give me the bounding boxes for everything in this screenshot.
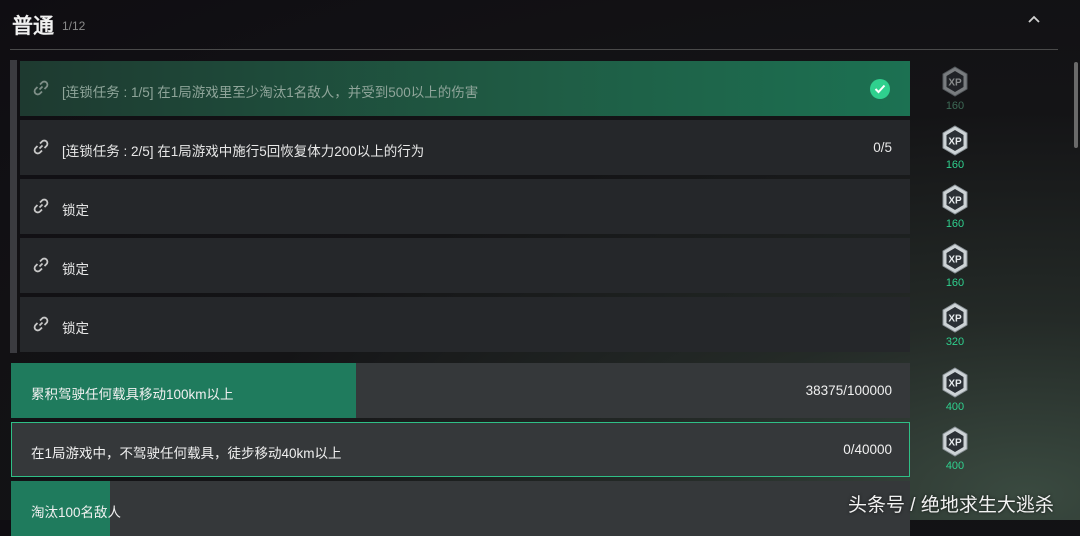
xp-amount: 160 — [945, 159, 965, 171]
chain-task-label: 锁定 — [62, 262, 89, 277]
svg-text:XP: XP — [948, 196, 962, 207]
header-divider — [10, 49, 1058, 50]
svg-text:XP: XP — [948, 255, 962, 266]
mission-progress: 38375/100000 — [805, 383, 892, 398]
xp-amount: 320 — [945, 336, 965, 348]
chevron-up-icon[interactable] — [1022, 8, 1046, 32]
watermark: 头条号 / 绝地求生大逃杀 — [848, 495, 1054, 516]
mission-progress: 0/40000 — [843, 442, 892, 457]
xp-badge-icon: XP — [942, 243, 968, 274]
mission-row[interactable]: 累积驾驶任何载具移动100km以上 38375/100000 — [11, 363, 910, 418]
link-icon — [32, 79, 50, 97]
link-icon — [32, 138, 50, 156]
chain-task-row[interactable]: 锁定 — [20, 238, 910, 293]
xp-reward: XP 160 — [940, 125, 970, 181]
mission-label: 在1局游戏中，不驾驶任何载具，徒步移动40km以上 — [31, 446, 342, 461]
xp-reward: XP 160 — [940, 66, 970, 122]
scrollbar[interactable] — [1074, 62, 1078, 148]
xp-amount: 400 — [945, 460, 965, 472]
chain-group-bar — [10, 60, 17, 353]
chain-task-label: 锁定 — [62, 321, 89, 336]
link-icon — [32, 256, 50, 274]
chain-task-row[interactable]: 锁定 — [20, 297, 910, 352]
mission-row[interactable]: 淘汰100名敌人 — [11, 481, 910, 536]
xp-badge-icon: XP — [942, 426, 968, 457]
chain-task-progress: 0/5 — [873, 140, 892, 155]
svg-text:XP: XP — [948, 314, 962, 325]
xp-reward: XP 160 — [940, 243, 970, 299]
mission-label: 累积驾驶任何载具移动100km以上 — [31, 387, 234, 402]
xp-amount: 400 — [945, 401, 965, 413]
chain-task-label: [连锁任务 : 2/5] 在1局游戏中施行5回恢复体力200以上的行为 — [62, 144, 425, 159]
xp-reward: XP 400 — [940, 426, 970, 482]
xp-reward: XP 160 — [940, 184, 970, 240]
xp-badge-icon: XP — [942, 367, 968, 398]
mission-label: 淘汰100名敌人 — [31, 505, 122, 520]
chain-task-label: [连锁任务 : 1/5] 在1局游戏里至少淘汰1名敌人，并受到500以上的伤害 — [62, 85, 479, 100]
svg-text:XP: XP — [948, 438, 962, 449]
chain-task-row[interactable]: [连锁任务 : 1/5] 在1局游戏里至少淘汰1名敌人，并受到500以上的伤害 — [20, 61, 910, 116]
link-icon — [32, 197, 50, 215]
chain-task-row[interactable]: 锁定 — [20, 179, 910, 234]
xp-amount: 160 — [945, 218, 965, 230]
section-header: 普通 1/12 — [0, 0, 1060, 50]
svg-text:XP: XP — [948, 137, 962, 148]
xp-badge-icon: XP — [942, 302, 968, 333]
xp-badge-icon: XP — [942, 184, 968, 215]
section-count: 1/12 — [62, 19, 86, 33]
mission-row[interactable]: 在1局游戏中，不驾驶任何载具，徒步移动40km以上 0/40000 — [11, 422, 910, 477]
link-icon — [32, 315, 50, 333]
xp-amount: 160 — [945, 277, 965, 289]
chain-task-label: 锁定 — [62, 203, 89, 218]
xp-badge-icon: XP — [942, 125, 968, 156]
xp-reward: XP 320 — [940, 302, 970, 358]
xp-badge-icon: XP — [942, 66, 968, 97]
svg-text:XP: XP — [948, 78, 962, 89]
chain-task-row[interactable]: [连锁任务 : 2/5] 在1局游戏中施行5回恢复体力200以上的行为 0/5 — [20, 120, 910, 175]
xp-reward: XP 400 — [940, 367, 970, 423]
svg-text:XP: XP — [948, 379, 962, 390]
check-icon — [870, 79, 890, 99]
section-title: 普通 — [12, 15, 54, 38]
xp-amount: 160 — [945, 100, 965, 112]
